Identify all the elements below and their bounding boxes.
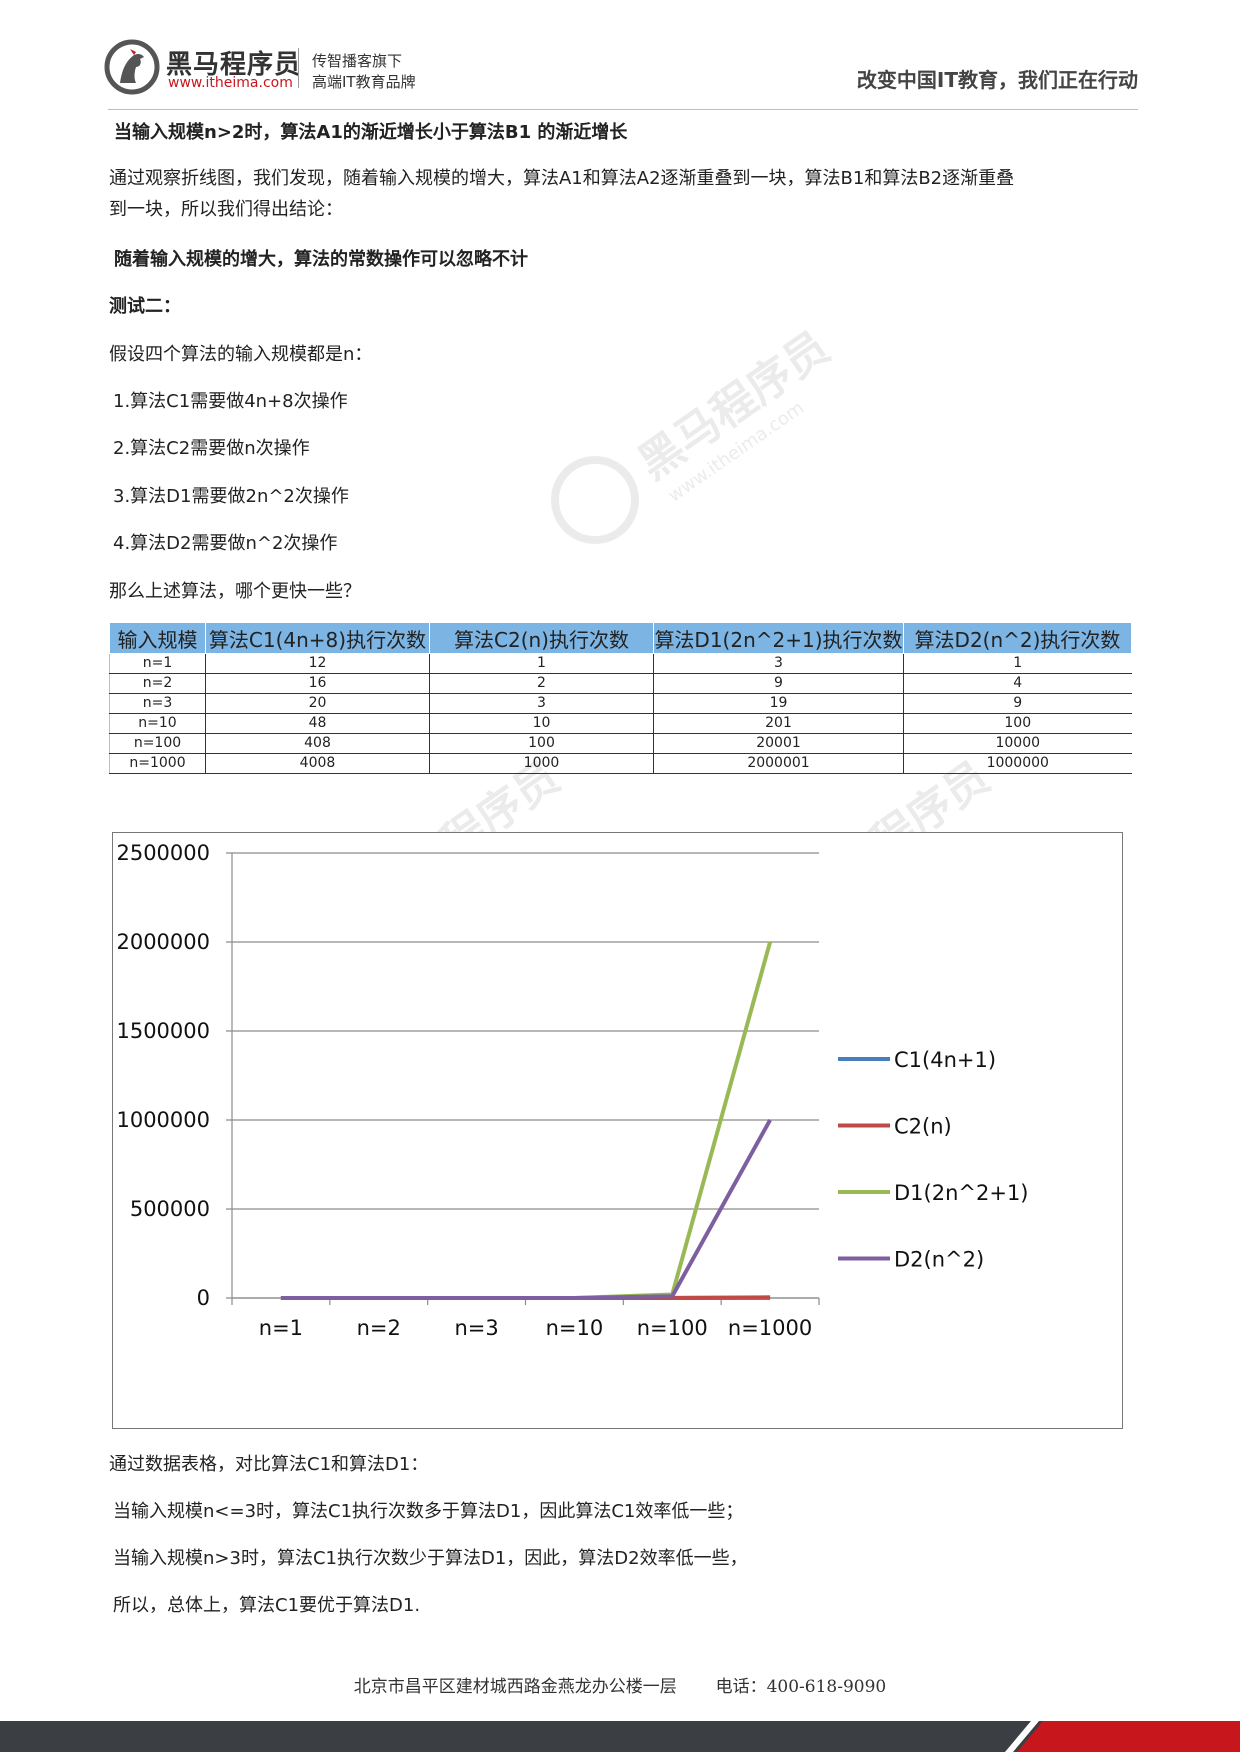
horse-logo-icon xyxy=(104,39,160,95)
table-cell: 201 xyxy=(653,713,904,734)
table-header-cell: 算法C2(n)执行次数 xyxy=(429,622,654,654)
paragraph-compare-intro: 通过数据表格，对比算法C1和算法D1： xyxy=(109,1454,429,1475)
table-row: n=1 12 1 3 1 xyxy=(109,653,1132,674)
table-cell: 20001 xyxy=(653,733,904,754)
table-row: n=1000 4008 1000 2000001 1000000 xyxy=(109,753,1132,774)
list-item: 4.算法D2需要做n^2次操作 xyxy=(113,533,338,554)
heading-test-two: 测试二： xyxy=(109,296,181,317)
legend-label: D1(2n^2+1) xyxy=(894,1181,1029,1205)
comparison-table: 输入规模 算法C1(4n+8)执行次数 算法C2(n)执行次数 算法D1(2n^… xyxy=(109,622,1132,774)
table-cell: 4 xyxy=(903,673,1132,694)
paragraph-observation-line2: 到一块，所以我们得出结论： xyxy=(109,199,343,220)
table-header-cell: 输入规模 xyxy=(109,622,206,654)
list-item: 3.算法D1需要做2n^2次操作 xyxy=(113,486,349,507)
table-cell: 3 xyxy=(653,653,904,674)
footer-address: 北京市昌平区建材城西路金燕龙办公楼一层 xyxy=(353,1677,677,1697)
table-cell: 12 xyxy=(205,653,430,674)
table-cell: 9 xyxy=(903,693,1132,714)
y-tick-label: 0 xyxy=(197,1286,210,1310)
table-header-cell: 算法D2(n^2)执行次数 xyxy=(903,622,1132,654)
y-tick-label: 2500000 xyxy=(116,841,210,865)
table-row: n=10 48 10 201 100 xyxy=(109,713,1132,734)
table-cell: 1000000 xyxy=(903,753,1132,774)
paragraph-conclusion-2: 当输入规模n>3时，算法C1执行次数少于算法D1，因此，算法D2效率低一些， xyxy=(113,1548,748,1569)
footer-accent-stripe xyxy=(1016,1721,1240,1752)
table-cell: 100 xyxy=(429,733,654,754)
watermark-brand: 黑马程序员 xyxy=(629,322,838,490)
legend-label: C1(4n+1) xyxy=(894,1048,996,1072)
brand-url: www.itheima.com xyxy=(168,75,293,91)
y-tick-label: 500000 xyxy=(130,1197,210,1221)
line-chart-svg: 0 500000 1000000 1500000 2000000 2500000 n=1 n=… xyxy=(116,841,1029,1340)
logo-divider xyxy=(298,48,299,88)
table-cell: n=100 xyxy=(109,733,206,754)
x-tick-label: n=1000 xyxy=(728,1316,812,1340)
list-item: 2.算法C2需要做n次操作 xyxy=(113,438,310,459)
x-tick-label: n=2 xyxy=(357,1316,401,1340)
legend-label: D2(n^2) xyxy=(894,1248,984,1272)
table-cell: 19 xyxy=(653,693,904,714)
table-cell: 3 xyxy=(429,693,654,714)
y-tick-label: 2000000 xyxy=(116,930,210,954)
header-slogan: 改变中国IT教育，我们正在行动 xyxy=(856,68,1138,92)
table-cell: n=3 xyxy=(109,693,206,714)
table-row: n=100 408 100 20001 10000 xyxy=(109,733,1132,754)
list-item: 1.算法C1需要做4n+8次操作 xyxy=(113,391,348,412)
table-cell: 100 xyxy=(903,713,1132,734)
heading-constant-ignore: 随着输入规模的增大，算法的常数操作可以忽略不计 xyxy=(114,249,528,270)
table-cell: 1 xyxy=(429,653,654,674)
table-cell: n=10 xyxy=(109,713,206,734)
footer-contact: 北京市昌平区建材城西路金燕龙办公楼一层 电话：400-618-9090 xyxy=(0,1672,1240,1697)
page-header: 黑马程序员 www.itheima.com 传智播客旗下 高端IT教育品牌 改变… xyxy=(0,0,1240,110)
watermark-url: www.itheima.com xyxy=(664,397,808,506)
header-divider xyxy=(108,109,1138,110)
table-cell: 48 xyxy=(205,713,430,734)
table-row: n=3 20 3 19 9 xyxy=(109,693,1132,714)
y-tick-label: 1000000 xyxy=(116,1108,210,1132)
paragraph-question: 那么上述算法，哪个更快一些？ xyxy=(109,581,361,602)
footer-phone: 电话：400-618-9090 xyxy=(715,1677,887,1697)
paragraph-observation-line1: 通过观察折线图，我们发现，随着输入规模的增大，算法A1和算法A2逐渐重叠到一块，… xyxy=(109,168,1015,189)
paragraph-conclusion-1: 当输入规模n<=3时，算法C1执行次数多于算法D1，因此算法C1效率低一些； xyxy=(113,1501,744,1522)
paragraph-intro: 假设四个算法的输入规模都是n： xyxy=(109,344,373,365)
y-tick-label: 1500000 xyxy=(116,1019,210,1043)
table-cell: n=1000 xyxy=(109,753,206,774)
table-cell: 1 xyxy=(903,653,1132,674)
table-cell: 1000 xyxy=(429,753,654,774)
table-cell: 2000001 xyxy=(653,753,904,774)
table-cell: 10000 xyxy=(903,733,1132,754)
table-cell: 20 xyxy=(205,693,430,714)
line-chart: 0 500000 1000000 1500000 2000000 2500000 n=1 n=… xyxy=(112,832,1123,1429)
table-cell: 9 xyxy=(653,673,904,694)
x-tick-label: n=1 xyxy=(259,1316,303,1340)
table-cell: n=2 xyxy=(109,673,206,694)
table-row: n=2 16 2 9 4 xyxy=(109,673,1132,694)
table-cell: 408 xyxy=(205,733,430,754)
table-cell: n=1 xyxy=(109,653,206,674)
table-cell: 4008 xyxy=(205,753,430,774)
x-tick-label: n=3 xyxy=(454,1316,498,1340)
brand-subtitle-2: 高端IT教育品牌 xyxy=(312,73,416,91)
x-tick-label: n=10 xyxy=(546,1316,604,1340)
table-cell: 16 xyxy=(205,673,430,694)
legend-label: C2(n) xyxy=(894,1115,952,1139)
brand-subtitle-1: 传智播客旗下 xyxy=(312,52,403,70)
heading-asymptotic: 当输入规模n>2时，算法A1的渐近增长小于算法B1 的渐近增长 xyxy=(114,122,628,143)
table-cell: 10 xyxy=(429,713,654,734)
watermark-logo: 黑马程序员 www.itheima.com xyxy=(551,322,839,544)
x-tick-label: n=100 xyxy=(637,1316,708,1340)
table-header-cell: 算法C1(4n+8)执行次数 xyxy=(205,622,430,654)
paragraph-conclusion-3: 所以，总体上，算法C1要优于算法D1. xyxy=(113,1595,421,1616)
table-cell: 2 xyxy=(429,673,654,694)
table-header-row: 输入规模 算法C1(4n+8)执行次数 算法C2(n)执行次数 算法D1(2n^… xyxy=(109,622,1132,654)
table-header-cell: 算法D1(2n^2+1)执行次数 xyxy=(653,622,904,654)
